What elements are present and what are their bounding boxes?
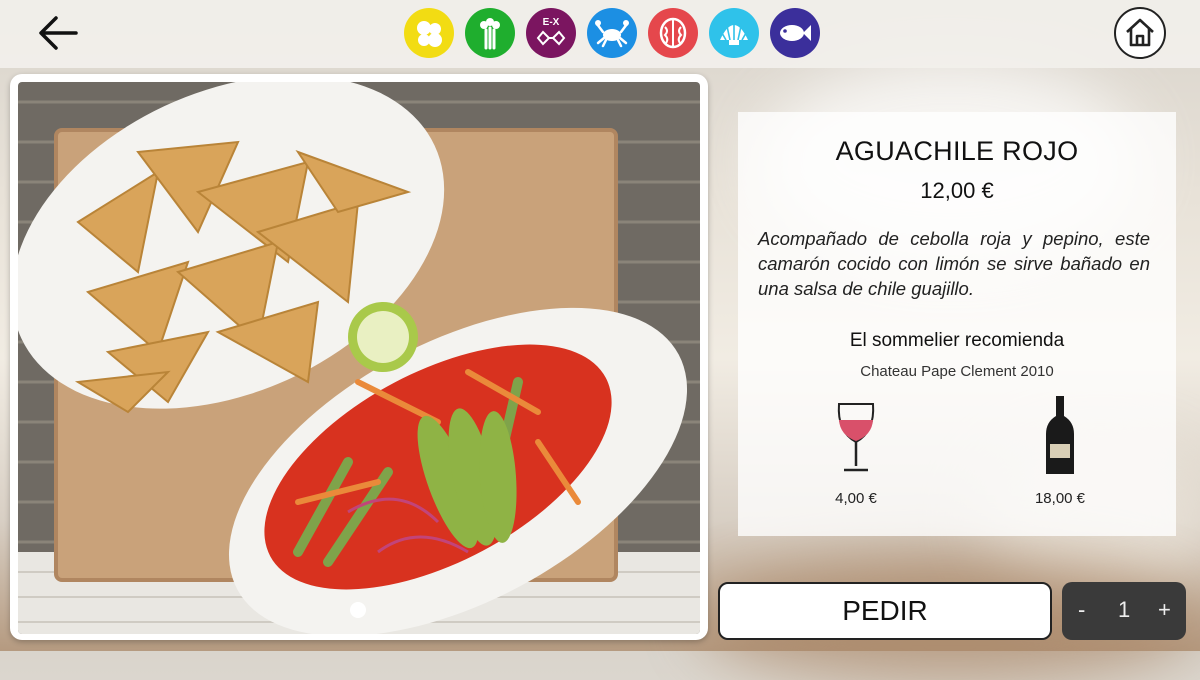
celery-allergen-icon[interactable]: [465, 8, 515, 58]
dish-title: AGUACHILE ROJO: [835, 136, 1079, 166]
dish-price: 12,00 €: [920, 178, 994, 203]
eggs-allergen-icon[interactable]: [404, 8, 454, 58]
dish-photo-image: [18, 82, 700, 634]
fish-allergen-icon[interactable]: [770, 8, 820, 58]
dish-info-panel: AGUACHILE ROJO 12,00 € Acompañado de ceb…: [738, 112, 1176, 536]
glass-price: 4,00 €: [835, 490, 877, 507]
increment-button[interactable]: +: [1158, 597, 1171, 623]
wine-bottle-icon[interactable]: [1043, 394, 1077, 476]
quantity-value: 1: [1118, 597, 1131, 622]
wine-glass-icon[interactable]: [834, 402, 878, 474]
sommelier-heading: El sommelier recomienda: [849, 330, 1065, 351]
quantity-stepper: - 1 +: [1062, 582, 1186, 640]
dish-description: Acompañado de cebolla roja y pepino, est…: [758, 228, 1150, 299]
allergen-icons: E-X: [404, 8, 820, 58]
sulphites-allergen-icon[interactable]: E-X: [526, 8, 576, 58]
home-icon: [1126, 18, 1154, 47]
nuts-allergen-icon[interactable]: [648, 8, 698, 58]
decrement-button[interactable]: -: [1078, 597, 1085, 623]
order-button[interactable]: PEDIR: [718, 582, 1052, 640]
wine-name: Chateau Pape Clement 2010: [860, 363, 1054, 380]
sulphites-label: E-X: [542, 17, 560, 28]
home-button[interactable]: [1114, 7, 1166, 59]
arrow-left-icon[interactable]: [36, 14, 78, 52]
carousel-dot[interactable]: [350, 602, 366, 618]
crustaceans-allergen-icon[interactable]: [587, 8, 637, 58]
bottle-price: 18,00 €: [1034, 490, 1086, 507]
molluscs-allergen-icon[interactable]: [709, 8, 759, 58]
